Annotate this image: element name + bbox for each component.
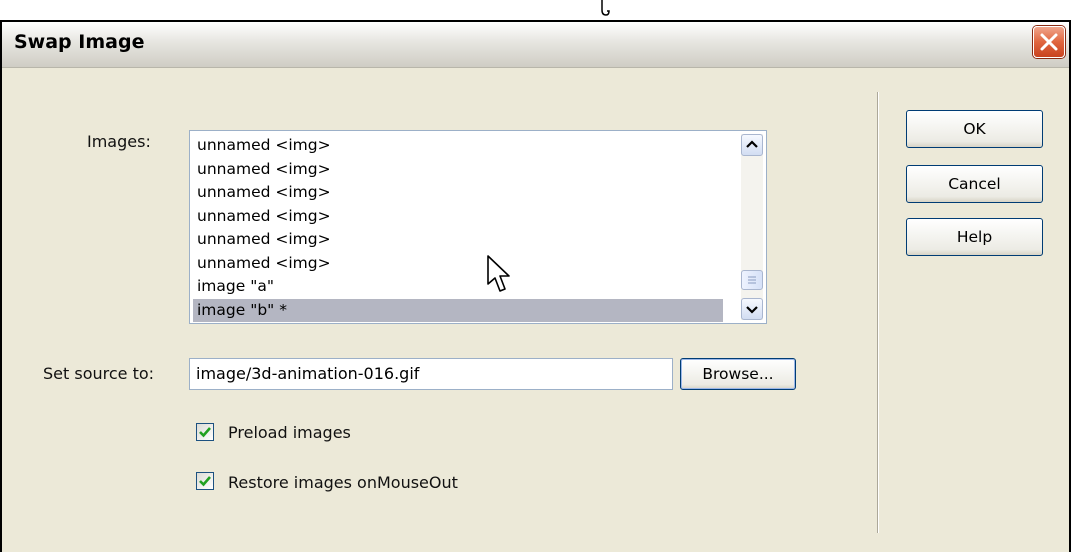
list-item[interactable]: image "a" xyxy=(193,275,723,299)
list-item[interactable]: unnamed <img> xyxy=(193,205,723,229)
scroll-up-button[interactable] xyxy=(741,134,763,156)
list-item-selected[interactable]: image "b" * xyxy=(193,298,723,322)
source-input[interactable]: image/3d-animation-016.gif xyxy=(189,358,673,390)
chevron-up-icon xyxy=(746,140,758,148)
swap-image-dialog: Swap Image Images: unnamed <img> unnamed… xyxy=(0,20,1071,552)
checkmark-icon xyxy=(199,476,211,487)
dialog-title: Swap Image xyxy=(14,31,145,53)
close-icon xyxy=(1040,33,1058,51)
mouse-pointer-icon xyxy=(487,255,510,292)
vertical-divider xyxy=(877,92,878,533)
browse-button[interactable]: Browse... xyxy=(680,358,796,390)
restore-label: Restore images onMouseOut xyxy=(228,473,458,492)
list-item[interactable]: unnamed <img> xyxy=(193,158,723,182)
cursor-fragment-icon xyxy=(601,0,610,16)
list-item[interactable]: unnamed <img> xyxy=(193,228,723,252)
restore-checkbox[interactable] xyxy=(196,472,214,490)
grip-icon xyxy=(748,276,756,284)
images-listbox[interactable]: unnamed <img> unnamed <img> unnamed <img… xyxy=(189,130,767,324)
close-button[interactable] xyxy=(1033,26,1065,58)
images-list: unnamed <img> unnamed <img> unnamed <img… xyxy=(193,134,723,322)
scroll-down-button[interactable] xyxy=(741,298,763,320)
images-label: Images: xyxy=(87,132,151,151)
dialog-body: Images: unnamed <img> unnamed <img> unna… xyxy=(2,68,1069,552)
list-item[interactable]: unnamed <img> xyxy=(193,134,723,158)
set-source-label: Set source to: xyxy=(43,364,155,383)
preload-label: Preload images xyxy=(228,423,351,442)
list-scrollbar[interactable] xyxy=(741,134,763,320)
ok-button[interactable]: OK xyxy=(906,110,1043,148)
list-item[interactable]: unnamed <img> xyxy=(193,181,723,205)
chevron-down-icon xyxy=(746,306,758,314)
title-bar: Swap Image xyxy=(2,20,1069,68)
preload-checkbox[interactable] xyxy=(196,423,214,441)
cancel-button[interactable]: Cancel xyxy=(906,165,1043,203)
help-button[interactable]: Help xyxy=(906,218,1043,256)
checkmark-icon xyxy=(199,427,211,438)
scroll-thumb[interactable] xyxy=(741,270,763,290)
list-item[interactable]: unnamed <img> xyxy=(193,252,723,276)
